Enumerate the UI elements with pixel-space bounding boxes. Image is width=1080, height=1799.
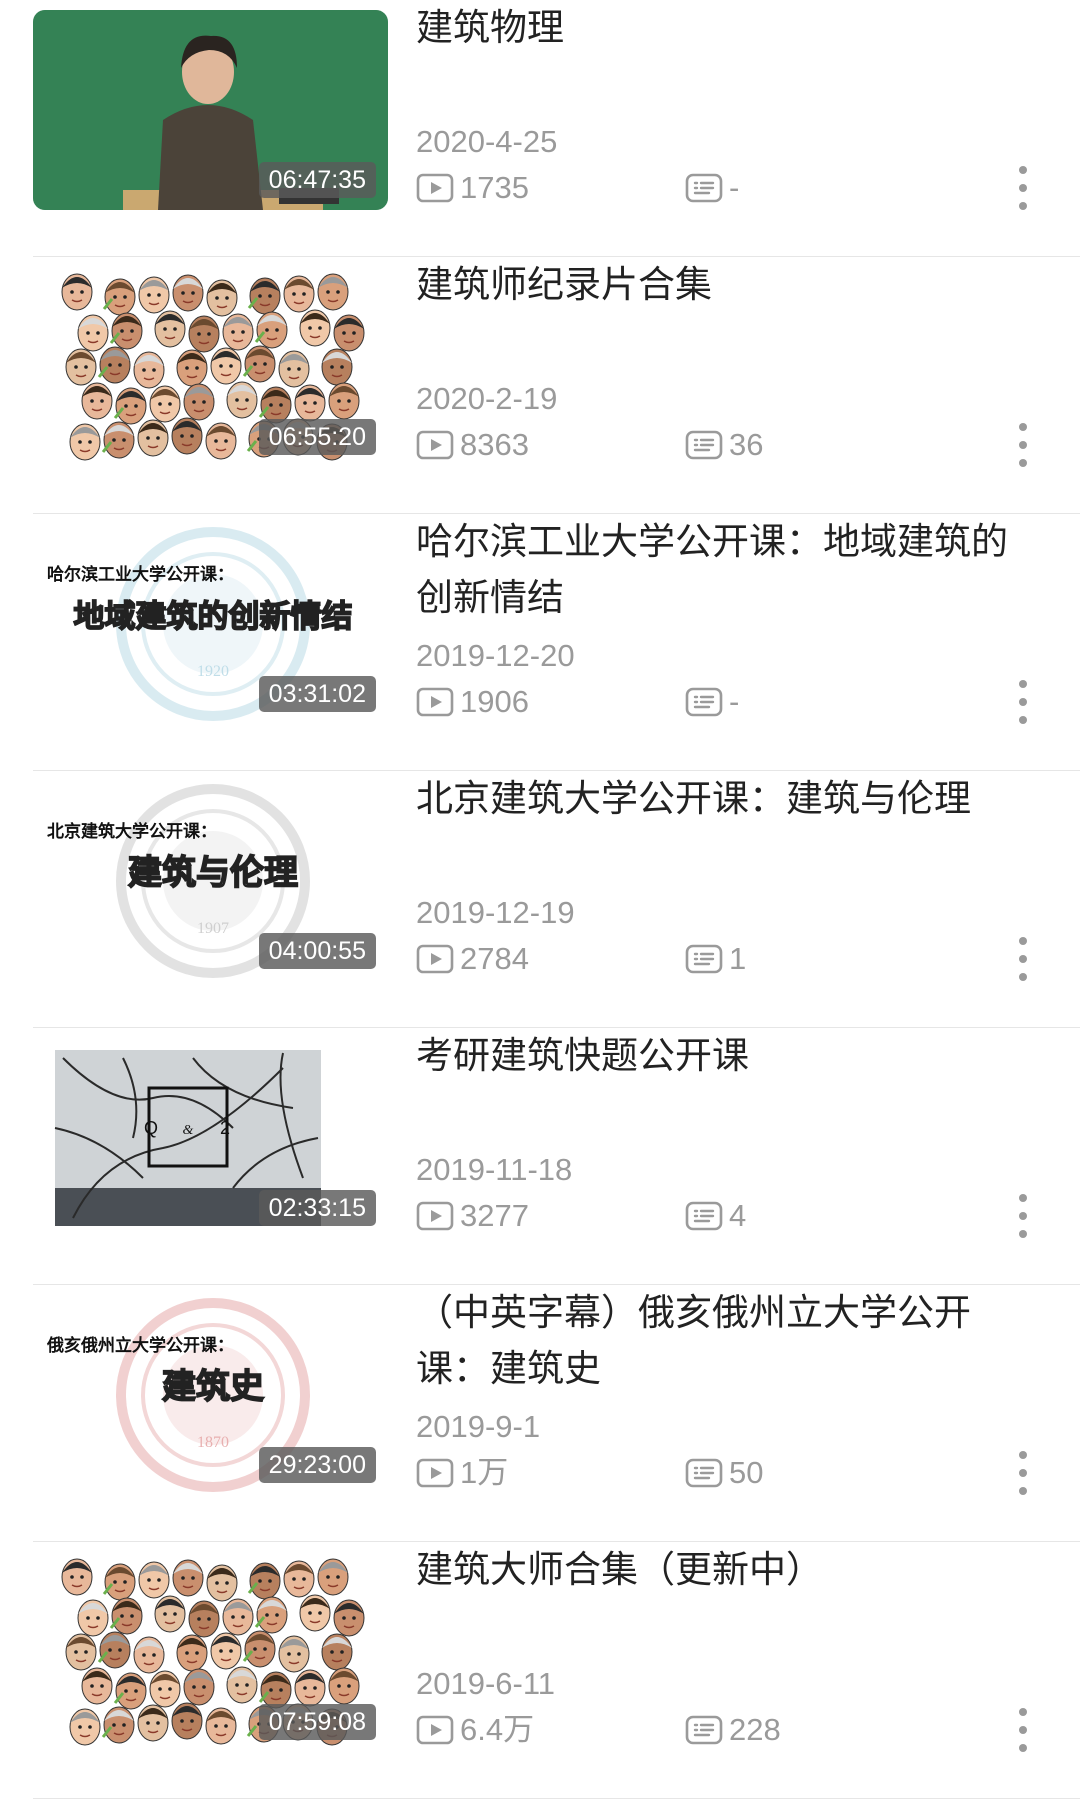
cover-year: 1870 (197, 1434, 229, 1451)
video-list-item[interactable]: 06:55:20 建筑师纪录片合集 2020-2-19 8363 36 (33, 257, 1080, 514)
play-count: 1万 (416, 1453, 508, 1493)
video-duration: 06:47:35 (258, 162, 376, 198)
video-title[interactable]: 建筑师纪录片合集 (416, 257, 1036, 313)
play-count: 8363 (416, 425, 529, 465)
play-count: 1906 (416, 682, 529, 722)
play-count-value: 1906 (460, 684, 529, 719)
danmaku-icon (685, 173, 723, 203)
video-duration: 07:59:08 (258, 1704, 376, 1740)
play-count-value: 8363 (460, 427, 529, 462)
cover-year: 1920 (197, 663, 229, 680)
play-icon (416, 1458, 454, 1488)
danmaku-count-value: 50 (729, 1455, 764, 1490)
play-icon (416, 687, 454, 717)
danmaku-count: 36 (685, 425, 763, 465)
video-thumbnail[interactable]: 06:55:20 (33, 267, 388, 467)
danmaku-count-value: 4 (729, 1198, 747, 1233)
danmaku-icon (685, 944, 723, 974)
video-list-item[interactable]: 06:47:35 建筑物理 2020-4-25 1735 - (33, 0, 1080, 257)
cover-subtitle: 俄亥俄州立大学公开课： (46, 1335, 234, 1356)
play-icon (416, 1201, 454, 1231)
video-title[interactable]: （中英字幕）俄亥俄州立大学公开课：建筑史 (416, 1285, 1036, 1397)
play-count: 3277 (416, 1196, 529, 1236)
cover-title: 地域建筑的创新情结 (74, 599, 353, 635)
play-icon (416, 430, 454, 460)
play-count: 6.4万 (416, 1710, 534, 1750)
video-list: 06:47:35 建筑物理 2020-4-25 1735 - 06:55:20 建筑师纪录片… (0, 0, 1080, 1799)
video-list-item[interactable]: 1920 哈尔滨工业大学公开课： 地域建筑的创新情结 03:31:02 哈尔滨工业大学公… (33, 514, 1080, 771)
video-date: 2019-6-11 (416, 1666, 556, 1701)
danmaku-count: - (685, 682, 739, 722)
more-options-icon[interactable] (1013, 1708, 1033, 1752)
cover-subtitle: 北京建筑大学公开课： (47, 821, 217, 842)
video-title[interactable]: 建筑物理 (416, 0, 1036, 56)
video-duration: 02:33:15 (258, 1190, 376, 1226)
video-thumbnail[interactable]: 1907 北京建筑大学公开课： 建筑与伦理 04:00:55 (33, 781, 388, 981)
more-options-icon[interactable] (1013, 166, 1033, 210)
danmaku-icon (685, 1458, 723, 1488)
cover-year: 1907 (197, 920, 229, 937)
play-count: 2784 (416, 939, 529, 979)
play-icon (416, 944, 454, 974)
danmaku-icon (685, 430, 723, 460)
video-thumbnail[interactable]: 07:59:08 (33, 1552, 388, 1752)
play-count: 1735 (416, 168, 529, 208)
danmaku-count: 4 (685, 1196, 746, 1236)
video-date: 2019-12-19 (416, 895, 575, 930)
danmaku-count: 228 (685, 1710, 781, 1750)
video-duration: 03:31:02 (258, 676, 376, 712)
play-icon (416, 173, 454, 203)
video-date: 2019-11-18 (416, 1152, 573, 1187)
video-title[interactable]: 哈尔滨工业大学公开课：地域建筑的创新情结 (416, 514, 1036, 626)
play-count-value: 3277 (460, 1198, 529, 1233)
danmaku-icon (685, 1201, 723, 1231)
video-date: 2020-4-25 (416, 124, 558, 159)
video-thumbnail[interactable]: Q & 2 02:33:15 (33, 1038, 388, 1238)
danmaku-count: - (685, 168, 739, 208)
danmaku-count-value: 36 (729, 427, 764, 462)
play-count-value: 6.4万 (460, 1712, 535, 1747)
play-count-value: 1735 (460, 170, 529, 205)
video-list-item[interactable]: 07:59:08 建筑大师合集（更新中） 2019-6-11 6.4万 228 (33, 1542, 1080, 1799)
video-list-item[interactable]: Q & 2 02:33:15 考研建筑快题公开课 2019-11-18 3277 4 (33, 1028, 1080, 1285)
play-icon (416, 1715, 454, 1745)
cover-amp: & (183, 1123, 194, 1138)
play-count-value: 2784 (460, 941, 529, 976)
cover-q: Q (144, 1118, 158, 1138)
video-list-item[interactable]: 1907 北京建筑大学公开课： 建筑与伦理 04:00:55 北京建筑大学公开课：建筑与… (33, 771, 1080, 1028)
more-options-icon[interactable] (1013, 1451, 1033, 1495)
danmaku-icon (685, 1715, 723, 1745)
video-date: 2019-12-20 (416, 638, 575, 673)
danmaku-icon (685, 687, 723, 717)
video-title[interactable]: 考研建筑快题公开课 (416, 1028, 1036, 1084)
video-date: 2019-9-1 (416, 1409, 541, 1444)
play-count-value: 1万 (460, 1455, 509, 1490)
video-thumbnail[interactable]: 1870 俄亥俄州立大学公开课： 建筑史 29:23:00 (33, 1295, 388, 1495)
video-title[interactable]: 北京建筑大学公开课：建筑与伦理 (416, 771, 1036, 827)
more-options-icon[interactable] (1013, 423, 1033, 467)
more-options-icon[interactable] (1013, 1194, 1033, 1238)
video-thumbnail[interactable]: 06:47:35 (33, 10, 388, 210)
danmaku-count: 50 (685, 1453, 763, 1493)
video-title[interactable]: 建筑大师合集（更新中） (416, 1542, 1036, 1598)
video-date: 2020-2-19 (416, 381, 558, 416)
video-thumbnail[interactable]: 1920 哈尔滨工业大学公开课： 地域建筑的创新情结 03:31:02 (33, 524, 388, 724)
cover-subtitle: 哈尔滨工业大学公开课： (47, 564, 234, 585)
video-duration: 29:23:00 (258, 1447, 376, 1483)
video-duration: 04:00:55 (258, 933, 376, 969)
video-duration: 06:55:20 (258, 419, 376, 455)
cover-a: 2 (220, 1118, 230, 1138)
danmaku-count-value: - (729, 684, 740, 719)
danmaku-count-value: - (729, 170, 740, 205)
video-list-item[interactable]: 1870 俄亥俄州立大学公开课： 建筑史 29:23:00 （中英字幕）俄亥俄州立大学公… (33, 1285, 1080, 1542)
danmaku-count: 1 (685, 939, 746, 979)
cover-title: 建筑与伦理 (128, 853, 298, 893)
more-options-icon[interactable] (1013, 680, 1033, 724)
danmaku-count-value: 1 (729, 941, 747, 976)
danmaku-count-value: 228 (729, 1712, 781, 1747)
cover-title: 建筑史 (162, 1367, 264, 1407)
more-options-icon[interactable] (1013, 937, 1033, 981)
